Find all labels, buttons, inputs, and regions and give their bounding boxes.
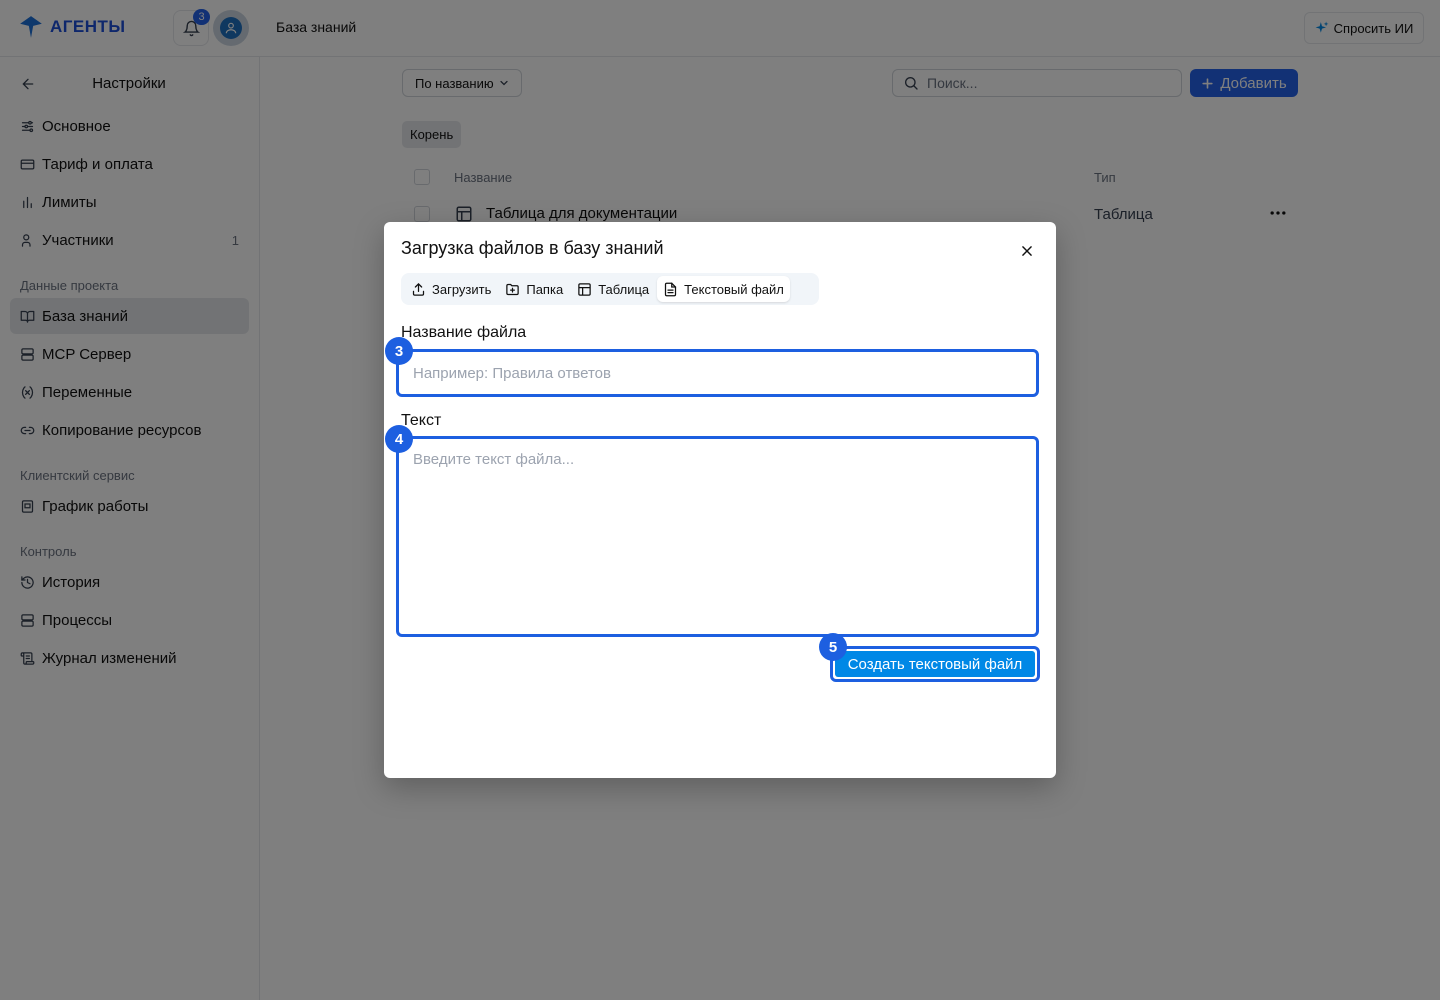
tab-label: Папка [526, 281, 564, 297]
step-marker: 3 [385, 337, 413, 365]
tab-label: Загрузить [432, 281, 492, 297]
table-icon [578, 282, 591, 296]
tab-text-file[interactable]: Текстовый файл [657, 276, 790, 302]
step-marker: 5 [819, 633, 847, 661]
tab-label: Таблица [598, 281, 650, 297]
close-icon [1022, 246, 1032, 256]
upload-modal: Загрузка файлов в базу знаний Загрузить … [384, 222, 1056, 778]
submit-highlight: Создать текстовый файл [830, 646, 1040, 682]
modal-tabs: Загрузить Папка Таблица Текстовый файл [401, 273, 819, 305]
file-name-input[interactable] [396, 349, 1039, 397]
submit-label: Создать текстовый файл [847, 655, 1023, 673]
file-text-input[interactable] [396, 436, 1039, 637]
create-text-file-button[interactable]: Создать текстовый файл [835, 651, 1035, 677]
close-button[interactable] [1018, 242, 1036, 260]
step-marker: 4 [385, 425, 413, 453]
tab-table[interactable]: Таблица [571, 276, 655, 302]
tab-folder[interactable]: Папка [499, 276, 569, 302]
tab-upload[interactable]: Загрузить [405, 276, 497, 302]
file-name-label: Название файла [401, 324, 527, 341]
folder-plus-icon [506, 283, 520, 295]
upload-icon [412, 282, 425, 296]
file-text-icon [665, 282, 677, 296]
modal-title: Загрузка файлов в базу знаний [401, 238, 664, 258]
tab-label: Текстовый файл [684, 281, 784, 297]
